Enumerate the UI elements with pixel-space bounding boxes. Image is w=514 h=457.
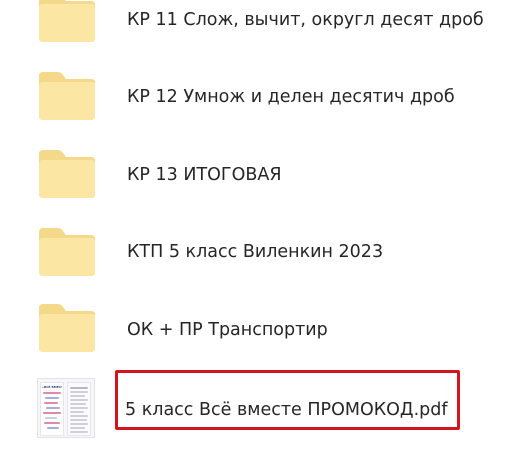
pdf-text-line <box>70 423 88 425</box>
pdf-text-line <box>44 402 58 404</box>
pdf-text-line <box>70 427 85 429</box>
pdf-text-line <box>70 387 88 389</box>
folder-icon <box>36 70 98 120</box>
pdf-text-line <box>45 417 57 419</box>
highlight-box <box>115 370 460 430</box>
pdf-text-line <box>45 397 59 399</box>
pdf-text-line <box>70 399 88 401</box>
pdf-text-line <box>70 403 86 405</box>
file-list: КР 11 Слож, вычит, округл десят дроб КР … <box>0 0 514 457</box>
folder-icon <box>36 226 98 276</box>
folder-icon <box>36 148 98 198</box>
pdf-text-line <box>70 391 88 393</box>
pdf-text-line <box>44 422 60 424</box>
file-name[interactable]: КТП 5 класс Виленкин 2023 <box>127 241 383 263</box>
folder-item[interactable]: КР 11 Слож, вычит, округл десят дроб <box>0 0 514 78</box>
file-name[interactable]: ОК + ПР Транспортир <box>127 319 328 341</box>
pdf-text-line <box>70 407 88 409</box>
pdf-text-line <box>70 419 87 421</box>
file-name[interactable]: КР 12 Умнож и делен десятич дроб <box>127 86 455 108</box>
pdf-text-line <box>70 431 88 433</box>
folder-icon <box>36 302 98 352</box>
pdf-page-preview: «ВСЁ ВМЕСТЕ» <box>40 382 64 436</box>
folder-item[interactable]: КР 12 Умнож и делен десятич дроб <box>0 70 514 148</box>
folder-item[interactable]: КТП 5 класс Виленкин 2023 <box>0 226 514 304</box>
pdf-text-line <box>46 407 60 409</box>
pdf-text-line <box>70 395 85 397</box>
file-name[interactable]: КР 11 Слож, вычит, округл десят дроб <box>127 9 484 31</box>
pdf-text-line <box>70 411 84 413</box>
pdf-text-line <box>43 392 61 394</box>
pdf-text-line <box>43 412 61 414</box>
pdf-cover-title: «ВСЁ ВМЕСТЕ» <box>42 385 62 389</box>
folder-item[interactable]: КР 13 ИТОГОВАЯ <box>0 148 514 226</box>
folder-item[interactable]: ОК + ПР Транспортир <box>0 302 514 380</box>
pdf-text-line <box>70 415 88 417</box>
pdf-text-line <box>47 427 59 429</box>
pdf-thumbnail[interactable]: «ВСЁ ВМЕСТЕ» <box>37 378 95 438</box>
folder-icon <box>36 0 98 42</box>
file-name[interactable]: КР 13 ИТОГОВАЯ <box>127 164 282 186</box>
pdf-page-preview <box>67 382 91 436</box>
